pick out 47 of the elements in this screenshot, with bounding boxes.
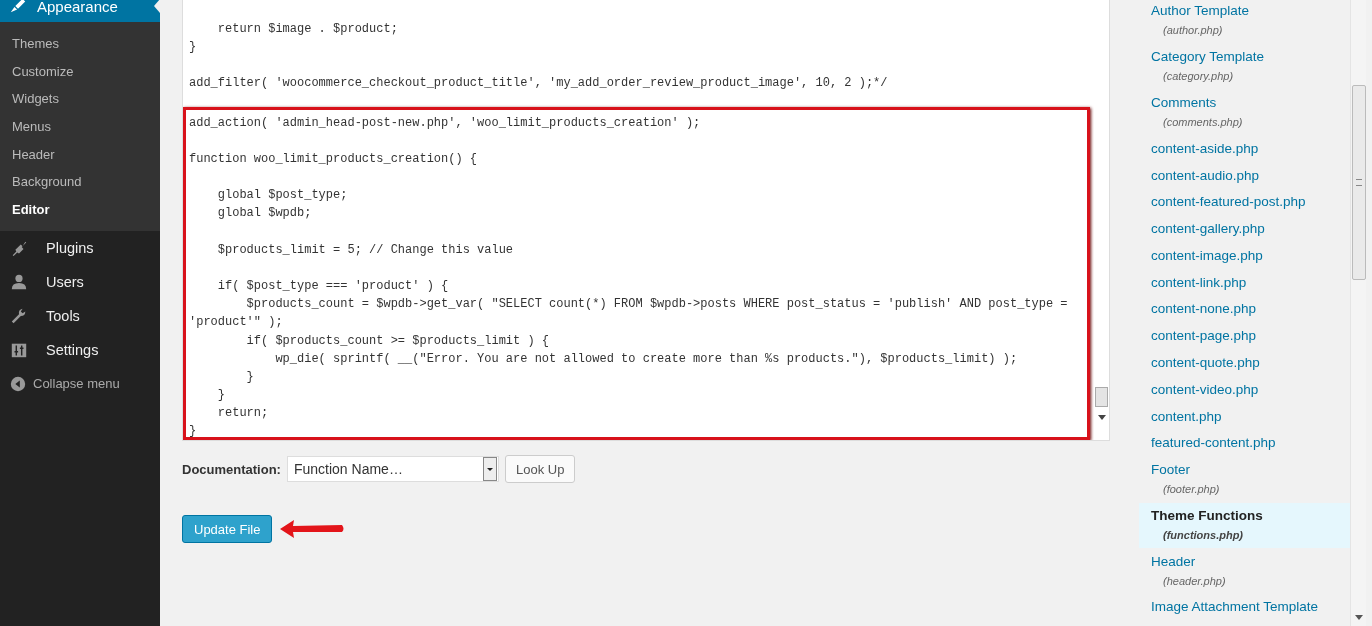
- selected-file-item[interactable]: Theme Functions (functions.php): [1139, 502, 1350, 549]
- scroll-down-icon[interactable]: [1354, 615, 1363, 620]
- menu-item[interactable]: Plugins: [0, 230, 160, 265]
- file-item[interactable]: Image Attachment Template: [1139, 594, 1350, 621]
- wrench-icon: [10, 306, 28, 325]
- submenu-item[interactable]: Customize: [0, 57, 160, 86]
- scroll-down-icon[interactable]: [1097, 415, 1106, 420]
- update-file-button[interactable]: Update File: [182, 515, 273, 543]
- submenu-item[interactable]: Background: [0, 168, 160, 197]
- submenu-item[interactable]: Widgets: [0, 85, 160, 114]
- file-item[interactable]: content.php: [1139, 403, 1350, 430]
- file-item[interactable]: content-gallery.php: [1139, 215, 1350, 243]
- menu-item[interactable]: Users: [0, 264, 160, 299]
- submenu-item[interactable]: Menus: [0, 113, 160, 141]
- file-item[interactable]: content-quote.php: [1139, 349, 1350, 377]
- scrollbar-thumb[interactable]: [1095, 387, 1108, 407]
- page-scrollbar[interactable]: [1350, 0, 1366, 626]
- collapse-menu-button[interactable]: Collapse menu: [0, 366, 160, 401]
- file-item[interactable]: content-video.php: [1139, 376, 1350, 404]
- user-icon: [10, 272, 28, 291]
- file-item[interactable]: content-none.php: [1139, 296, 1350, 323]
- collapse-icon: [9, 374, 27, 393]
- file-item[interactable]: content-link.php: [1139, 269, 1350, 297]
- file-item[interactable]: Author Template (author.php): [1139, 0, 1350, 44]
- submenu-item[interactable]: Editor: [0, 196, 160, 224]
- file-item[interactable]: content-aside.php: [1139, 135, 1350, 163]
- file-item[interactable]: content-page.php: [1139, 322, 1350, 350]
- code-editor[interactable]: [182, 0, 1110, 441]
- dropdown-caret-icon: [482, 457, 497, 481]
- documentation-label: Documentation:: [182, 461, 281, 477]
- file-item[interactable]: content-featured-post.php: [1139, 188, 1350, 216]
- submenu-item[interactable]: Header: [0, 140, 160, 169]
- brush-icon: [9, 0, 27, 15]
- file-item[interactable]: Category Template (category.php): [1139, 43, 1350, 90]
- menu-item[interactable]: Tools: [0, 298, 160, 333]
- look-up-button[interactable]: Look Up: [504, 455, 576, 483]
- file-item[interactable]: content-image.php: [1139, 242, 1350, 270]
- menu-item[interactable]: Appearance: [0, 0, 160, 22]
- code-text: add_action( 'admin_head-post-new.php', 'woo_limit_products_creation' ); function woo_limit_products_creation() { global $post_type; global $wpdb; $products_limit = 5; // Change this value if( $post_type === 'product' ) { $products_count = $wpdb->get_var( "SELECT count(*) FROM $wpdb->posts WHERE post_status = 'publish' AND post_type = 'product'" ); if( $products_count >= $products_limit ) { wp_die( sprintf( __("Error. You are not allowed to create more than %s products."), $products_limit) ); } } return; }: [189, 114, 1069, 437]
- file-item[interactable]: featured-content.php: [1139, 429, 1350, 457]
- menu-item[interactable]: Settings: [0, 332, 160, 367]
- file-item[interactable]: Comments (comments.php): [1139, 89, 1350, 136]
- submenu-item[interactable]: Themes: [0, 30, 160, 58]
- file-item[interactable]: content-audio.php: [1139, 162, 1350, 189]
- file-item[interactable]: Footer (footer.php): [1139, 456, 1350, 503]
- function-name-dropdown[interactable]: Function Name…: [286, 456, 499, 482]
- file-item[interactable]: Header (header.php): [1139, 548, 1350, 595]
